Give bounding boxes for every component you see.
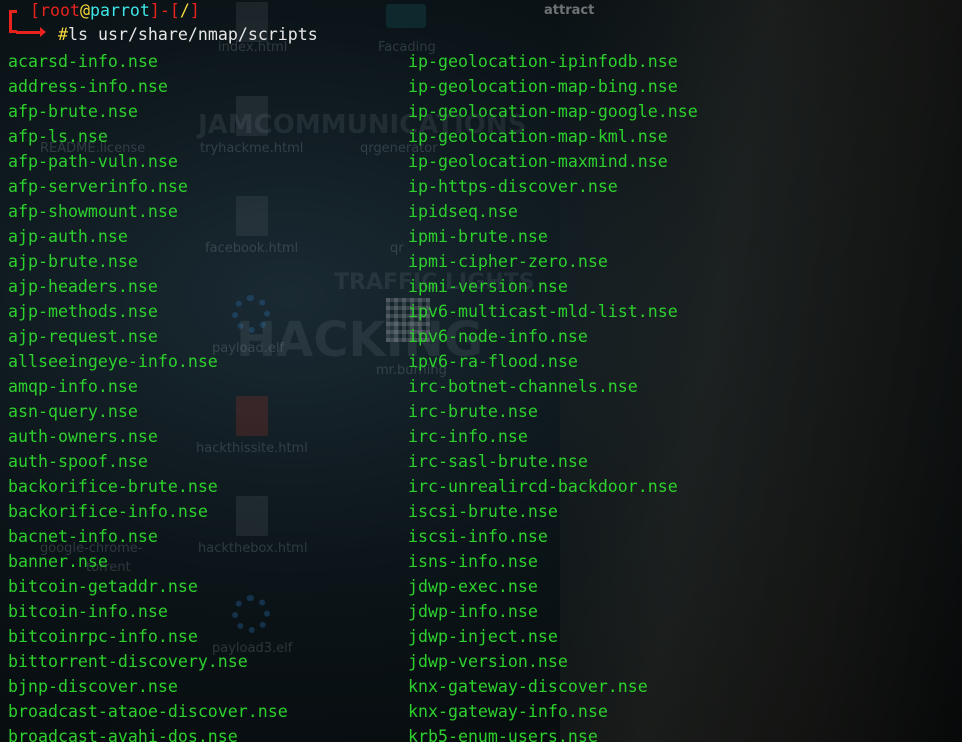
- script-file-entry: isns-info.nse: [408, 552, 538, 571]
- script-file-entry: irc-info.nse: [408, 427, 528, 446]
- script-file-entry: ipmi-cipher-zero.nse: [408, 252, 608, 271]
- prompt-header: [root@parrot]-[/]: [6, 0, 200, 22]
- script-file-entry: irc-sasl-brute.nse: [408, 452, 588, 471]
- script-file-entry: irc-unrealircd-backdoor.nse: [408, 477, 678, 496]
- prompt-at: @: [79, 1, 90, 20]
- script-file-entry: jdwp-inject.nse: [408, 627, 558, 646]
- script-file-entry: ipv6-ra-flood.nse: [408, 352, 578, 371]
- script-file-entry: afp-path-vuln.nse: [8, 152, 178, 171]
- script-file-entry: bjnp-discover.nse: [8, 677, 178, 696]
- prompt-bracket-open: [: [30, 1, 40, 20]
- script-file-entry: bitcoin-getaddr.nse: [8, 577, 198, 596]
- script-file-entry: ip-geolocation-map-bing.nse: [408, 77, 678, 96]
- script-file-entry: ip-geolocation-map-kml.nse: [408, 127, 668, 146]
- wallpaper-caption: attract: [544, 3, 595, 18]
- script-file-entry: broadcast-ataoe-discover.nse: [8, 702, 288, 721]
- script-file-entry: address-info.nse: [8, 77, 168, 96]
- prompt-cwd: /: [179, 1, 190, 20]
- script-file-entry: ajp-methods.nse: [8, 302, 158, 321]
- script-file-entry: irc-brute.nse: [408, 402, 538, 421]
- script-file-entry: ip-https-discover.nse: [408, 177, 618, 196]
- script-file-entry: jdwp-version.nse: [408, 652, 568, 671]
- script-file-entry: ipv6-node-info.nse: [408, 327, 588, 346]
- script-file-entry: ipmi-version.nse: [408, 277, 568, 296]
- script-file-entry: iscsi-brute.nse: [408, 502, 558, 521]
- script-file-entry: bitcoin-info.nse: [8, 602, 168, 621]
- prompt-user: root: [40, 1, 80, 20]
- script-file-entry: afp-serverinfo.nse: [8, 177, 188, 196]
- script-file-entry: ip-geolocation-maxmind.nse: [408, 152, 668, 171]
- script-file-entry: ajp-headers.nse: [8, 277, 158, 296]
- script-file-entry: ipv6-multicast-mld-list.nse: [408, 302, 678, 321]
- script-file-entry: broadcast-avahi-dos.nse: [8, 727, 238, 742]
- script-file-entry: iscsi-info.nse: [408, 527, 548, 546]
- script-file-entry: backorifice-info.nse: [8, 502, 208, 521]
- script-file-entry: bitcoinrpc-info.nse: [8, 627, 198, 646]
- script-file-entry: jdwp-exec.nse: [408, 577, 538, 596]
- script-file-entry: afp-showmount.nse: [8, 202, 178, 221]
- script-file-entry: ajp-brute.nse: [8, 252, 138, 271]
- prompt-separator: ]-[: [149, 1, 180, 20]
- script-file-entry: ajp-auth.nse: [8, 227, 128, 246]
- listing-column-left: acarsd-info.nse address-info.nse afp-brute…: [8, 49, 288, 742]
- script-file-entry: ajp-request.nse: [8, 327, 158, 346]
- prompt-host: parrot: [89, 1, 150, 20]
- script-file-entry: ip-geolocation-ipinfodb.nse: [408, 52, 678, 71]
- prompt-bracket-close: ]: [189, 1, 200, 20]
- script-file-entry: acarsd-info.nse: [8, 52, 158, 71]
- folder-icon: [386, 4, 426, 28]
- script-file-entry: irc-botnet-channels.nse: [408, 377, 638, 396]
- script-file-entry: amqp-info.nse: [8, 377, 138, 396]
- script-file-entry: ipidseq.nse: [408, 202, 518, 221]
- script-file-entry: ipmi-brute.nse: [408, 227, 548, 246]
- script-file-entry: ip-geolocation-map-google.nse: [408, 102, 698, 121]
- script-file-entry: jdwp-info.nse: [408, 602, 538, 621]
- listing-column-right: ip-geolocation-ipinfodb.nse ip-geolocatio…: [408, 49, 698, 742]
- terminal-window[interactable]: attract Facading index.html tryhackme.ht…: [0, 0, 962, 742]
- script-file-entry: asn-query.nse: [8, 402, 138, 421]
- script-file-entry: knx-gateway-info.nse: [408, 702, 608, 721]
- command-text: ls usr/share/nmap/scripts: [68, 25, 318, 44]
- prompt-symbol: #: [58, 25, 68, 44]
- script-file-entry: krb5-enum-users.nse: [408, 727, 598, 742]
- script-file-entry: auth-spoof.nse: [8, 452, 148, 471]
- script-file-entry: knx-gateway-discover.nse: [408, 677, 648, 696]
- script-file-entry: bacnet-info.nse: [8, 527, 158, 546]
- script-file-entry: afp-ls.nse: [8, 127, 108, 146]
- command-line[interactable]: #ls usr/share/nmap/scripts: [6, 24, 318, 46]
- script-file-entry: auth-owners.nse: [8, 427, 158, 446]
- script-file-entry: allseeingeye-info.nse: [8, 352, 218, 371]
- wallpaper-caption: qr: [390, 241, 404, 256]
- script-file-entry: banner.nse: [8, 552, 108, 571]
- script-file-entry: backorifice-brute.nse: [8, 477, 218, 496]
- script-file-entry: afp-brute.nse: [8, 102, 138, 121]
- script-file-entry: bittorrent-discovery.nse: [8, 652, 248, 671]
